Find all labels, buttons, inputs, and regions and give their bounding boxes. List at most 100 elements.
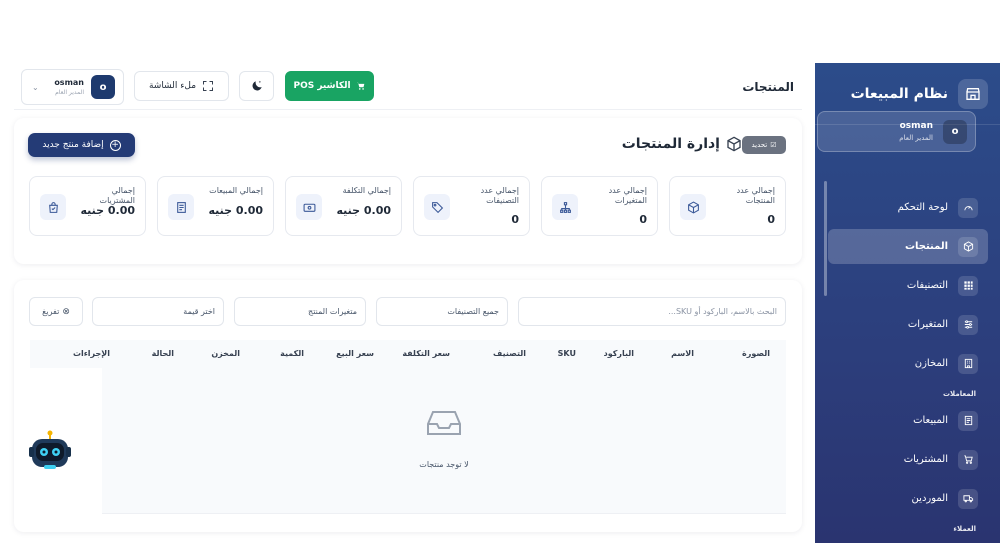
shopping-bag-icon xyxy=(40,194,66,220)
stat-total-sales: إجمالي المبيعات 0.00 جنيه xyxy=(157,176,274,236)
app-title: نظام المبيعات xyxy=(850,85,948,102)
inbox-icon xyxy=(427,410,461,440)
fullscreen-label: ملء الشاشة xyxy=(148,81,197,91)
category-select[interactable]: جميع التصنيفات xyxy=(376,297,508,326)
col-quantity: الكمية xyxy=(280,349,304,358)
stat-value: 0 xyxy=(639,213,647,226)
stat-label: إجمالي عدد التصنيفات xyxy=(480,186,519,205)
moon-icon xyxy=(250,79,264,93)
variants-select[interactable]: متغيرات المنتج xyxy=(234,297,366,326)
col-sale-price: سعر البيع xyxy=(336,349,374,358)
products-table-card: البحث بالاسم، الباركود أو SKU... جميع ال… xyxy=(14,280,802,532)
sidebar-item-purchases[interactable]: المشتريات xyxy=(828,442,988,477)
stat-label: إجمالي عدد المنتجات xyxy=(736,186,775,205)
topbar: المنتجات الكاشير POS ملء الشاشة ⌄ osman … xyxy=(14,64,802,110)
empty-text: لا توجد منتجات xyxy=(419,460,469,469)
sidebar-item-categories[interactable]: التصنيفات xyxy=(828,268,988,303)
truck-icon xyxy=(958,488,978,509)
page-title: المنتجات xyxy=(742,79,794,94)
products-title: إدارة المنتجات xyxy=(622,136,742,152)
box-icon xyxy=(680,194,706,220)
col-barcode: الباركود xyxy=(603,349,634,358)
sidebar-item-label: التصنيفات xyxy=(906,280,948,291)
receipt-icon xyxy=(168,194,194,220)
sidebar: نظام المبيعات o osman المدير العام لوحة … xyxy=(815,63,1000,543)
stat-value: 0 xyxy=(767,213,775,226)
sidebar-item-products[interactable]: المنتجات xyxy=(828,229,988,264)
cart-icon xyxy=(958,449,978,470)
stat-label: إجمالي المبيعات xyxy=(209,186,263,195)
hierarchy-icon xyxy=(552,194,578,220)
user-role: المدير العام xyxy=(899,134,933,142)
stat-total-purchases: إجمالي المشتريات 0.00 جنيه xyxy=(29,176,146,236)
stat-total-variants: إجمالي عدد المتغيرات 0 xyxy=(541,176,658,236)
stat-value: 0.00 جنيه xyxy=(208,204,263,217)
avatar: o xyxy=(91,75,115,99)
col-name: الاسم xyxy=(671,349,694,358)
col-image: الصورة xyxy=(742,349,770,358)
stat-value: 0 xyxy=(511,213,519,226)
section-transactions: المعاملات xyxy=(943,390,976,398)
avatar: o xyxy=(943,119,967,144)
box-icon xyxy=(726,136,742,152)
sidebar-item-dashboard[interactable]: لوحة التحكم xyxy=(828,190,988,225)
sidebar-item-warehouses[interactable]: المخازن xyxy=(828,346,988,381)
user-role: المدير العام xyxy=(55,89,84,96)
user-name: osman xyxy=(54,78,84,87)
dark-mode-toggle[interactable] xyxy=(239,71,274,101)
sidebar-scrollbar[interactable] xyxy=(824,181,827,296)
col-category: التصنيف xyxy=(493,349,526,358)
col-actions: الإجراءات xyxy=(72,349,110,358)
stat-total-cost: إجمالي التكلفة 0.00 جنيه xyxy=(285,176,402,236)
receipt-icon xyxy=(958,410,978,431)
pos-button[interactable]: الكاشير POS xyxy=(285,71,374,101)
col-cost-price: سعر التكلفة xyxy=(402,349,450,358)
sidebar-item-label: لوحة التحكم xyxy=(897,202,948,213)
stat-label: إجمالي عدد المتغيرات xyxy=(608,186,647,205)
check-icon: ☑ xyxy=(770,141,777,149)
tag-icon xyxy=(424,194,450,220)
money-icon xyxy=(296,194,322,220)
select-badge-label: تحديد xyxy=(751,141,768,149)
sidebar-item-suppliers[interactable]: الموردين xyxy=(828,481,988,516)
pos-button-label: الكاشير POS xyxy=(293,81,351,91)
add-product-button[interactable]: + إضافة منتج جديد xyxy=(28,133,135,157)
close-circle-icon: ⊗ xyxy=(62,306,70,317)
stat-total-products: إجمالي عدد المنتجات 0 xyxy=(669,176,786,236)
sidebar-item-label: الموردين xyxy=(911,493,948,504)
add-product-label: إضافة منتج جديد xyxy=(42,140,104,150)
select-badge[interactable]: ☑ تحديد xyxy=(742,136,786,154)
fullscreen-button[interactable]: ملء الشاشة xyxy=(134,71,229,101)
stat-label: إجمالي التكلفة xyxy=(342,186,391,195)
sidebar-item-sales[interactable]: المبيعات xyxy=(828,403,988,438)
clear-button[interactable]: ⊗ تفريغ xyxy=(29,297,83,326)
section-customers: العملاء xyxy=(953,525,976,533)
sidebar-user-card[interactable]: o osman المدير العام xyxy=(817,111,976,152)
products-title-text: إدارة المنتجات xyxy=(621,136,720,152)
search-input[interactable]: البحث بالاسم، الباركود أو SKU... xyxy=(518,297,786,326)
stat-value: 0.00 جنيه xyxy=(336,204,391,217)
sidebar-item-label: المنتجات xyxy=(904,241,948,252)
building-icon xyxy=(958,353,978,374)
value-select[interactable]: اختر قيمة xyxy=(92,297,224,326)
sidebar-item-variants[interactable]: المتغيرات xyxy=(828,307,988,342)
sidebar-nav: لوحة التحكم المنتجات التصنيفات المتغيرات… xyxy=(828,190,988,538)
user-menu[interactable]: ⌄ osman المدير العام o xyxy=(21,69,124,105)
sidebar-item-label: المبيعات xyxy=(913,415,948,426)
sidebar-item-label: المشتريات xyxy=(903,454,948,465)
chevron-down-icon: ⌄ xyxy=(32,82,39,92)
assistant-robot-icon[interactable] xyxy=(28,430,72,474)
sidebar-item-label: المتغيرات xyxy=(907,319,948,330)
box-icon xyxy=(958,236,978,257)
expand-icon xyxy=(202,80,214,92)
col-status: الحالة xyxy=(151,349,174,358)
table-header: الصورة الاسم الباركود SKU التصنيف سعر ال… xyxy=(30,340,786,368)
col-warehouse: المخزن xyxy=(211,349,240,358)
stat-label: إجمالي المشتريات xyxy=(99,186,135,205)
empty-state: لا توجد منتجات xyxy=(102,368,786,514)
sidebar-item-label: المخازن xyxy=(914,358,948,369)
stat-total-categories: إجمالي عدد التصنيفات 0 xyxy=(413,176,530,236)
cart-icon xyxy=(356,81,366,91)
sliders-icon xyxy=(958,314,978,335)
store-icon xyxy=(958,78,988,109)
